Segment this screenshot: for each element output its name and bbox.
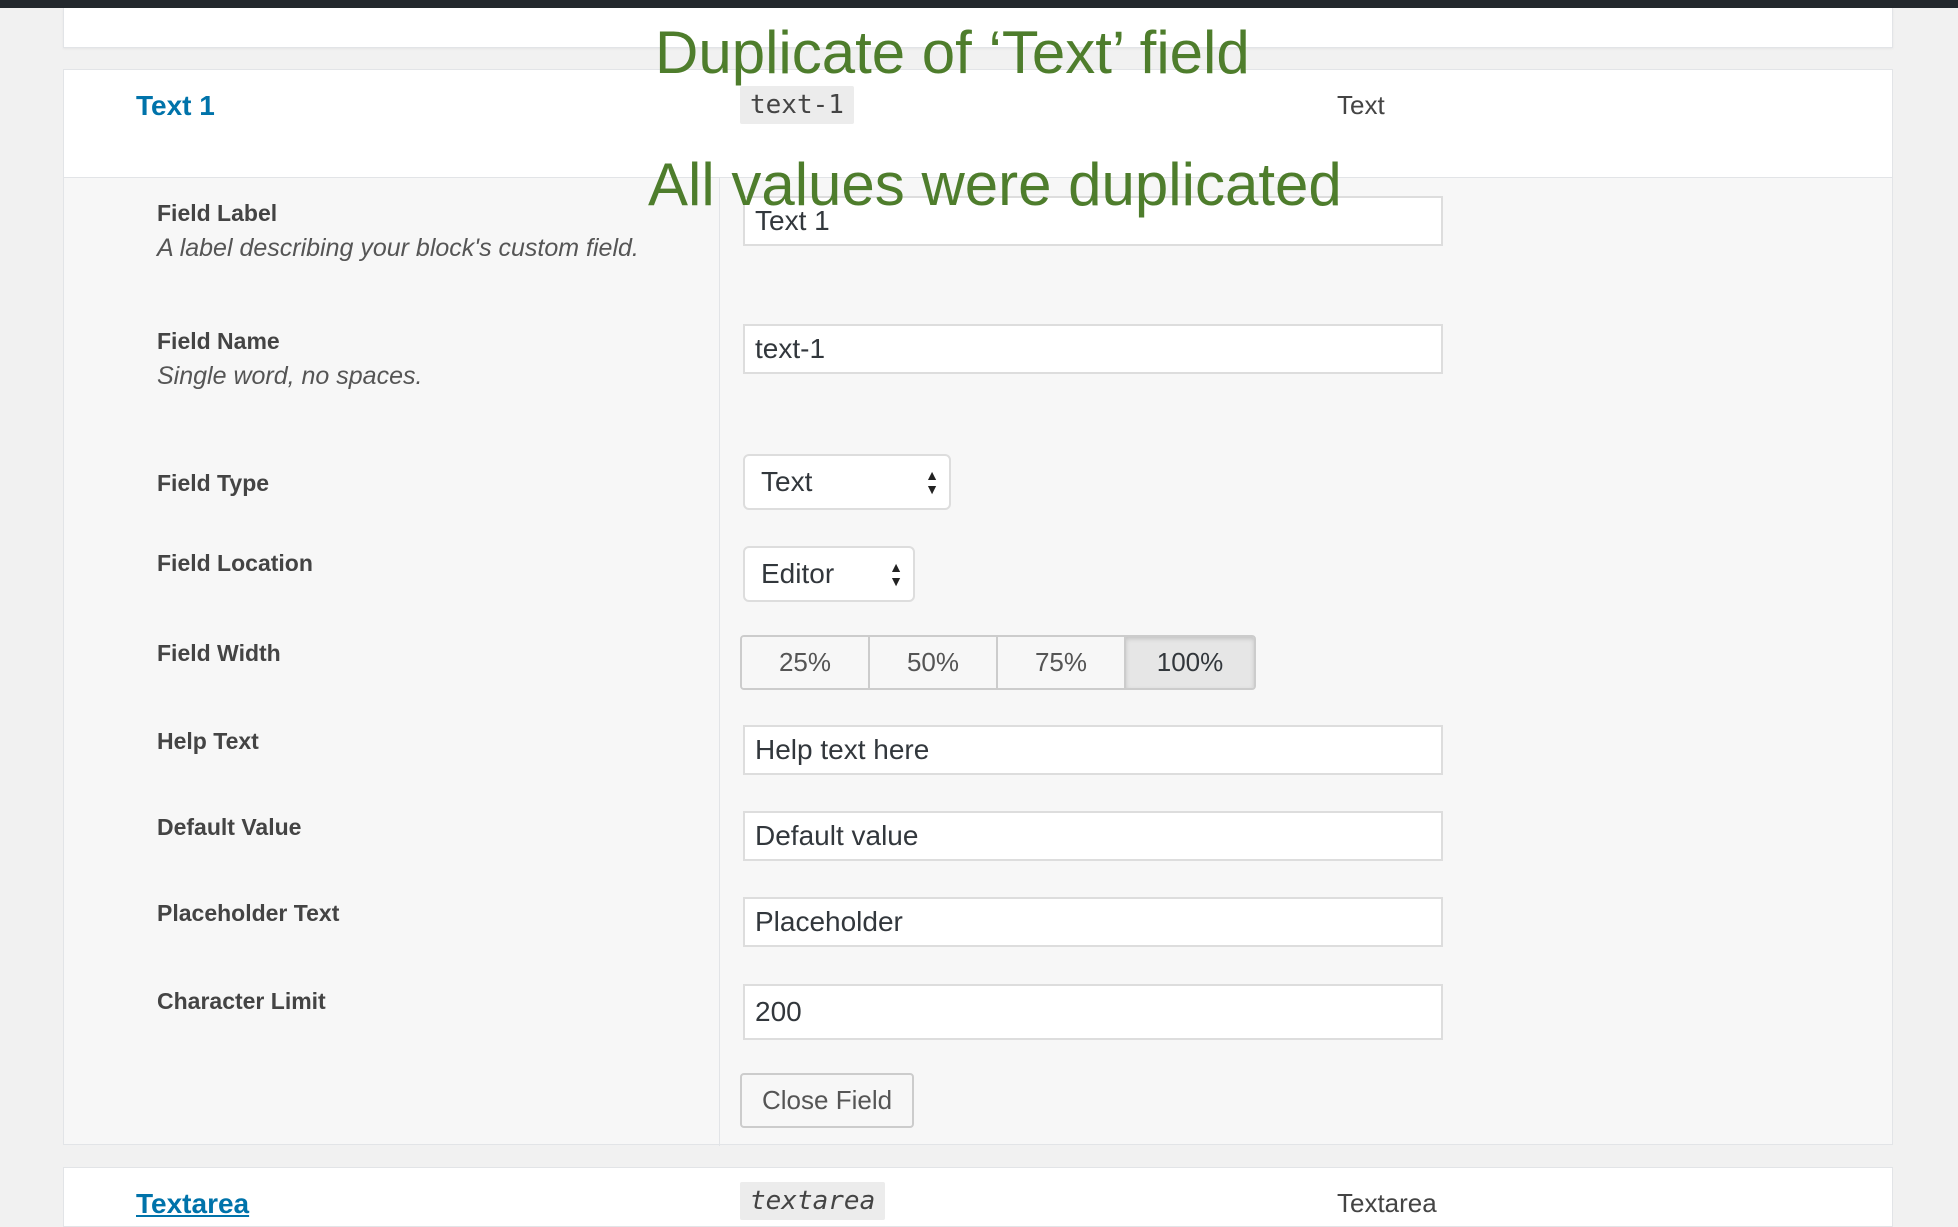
- close-field-button[interactable]: Close Field: [740, 1073, 915, 1128]
- field-type-label: Text: [1337, 90, 1385, 120]
- field-editor-panel: Text 1 text-1 Text Field Label A label d…: [63, 69, 1893, 1146]
- width-option-50[interactable]: 50%: [870, 637, 998, 688]
- default-value-label: Default Value: [157, 814, 302, 840]
- placeholder-text-input[interactable]: Placeholder: [743, 897, 1443, 947]
- field-slug: text-1: [740, 86, 854, 124]
- select-arrows-icon: ▲ ▼: [889, 559, 903, 589]
- next-field-type-label: Textarea: [1337, 1188, 1437, 1218]
- annotation-values-note: All values were duplicated: [648, 151, 1342, 218]
- help-text-input[interactable]: Help text here: [743, 725, 1443, 775]
- field-type-select[interactable]: Text ▲ ▼: [743, 454, 951, 510]
- select-arrows-icon: ▲ ▼: [925, 467, 939, 497]
- next-field-row[interactable]: Textarea textarea Textarea: [63, 1167, 1893, 1227]
- help-text-label: Help Text: [157, 728, 259, 754]
- character-limit-label: Character Limit: [157, 988, 326, 1014]
- field-type-label-text: Field Type: [157, 470, 270, 496]
- field-name-description: Single word, no spaces.: [157, 362, 423, 390]
- field-name-label: Field Name: [157, 328, 280, 354]
- admin-top-bar: [0, 0, 1958, 8]
- width-option-100[interactable]: 100%: [1126, 637, 1254, 688]
- width-option-25[interactable]: 25%: [742, 637, 870, 688]
- annotation-duplicate-note: Duplicate of ‘Text’ field: [655, 19, 1250, 86]
- next-field-title-link[interactable]: Textarea: [136, 1188, 249, 1220]
- field-label-label: Field Label: [157, 200, 278, 226]
- default-value-input[interactable]: Default value: [743, 811, 1443, 861]
- field-title-link[interactable]: Text 1: [136, 90, 215, 122]
- field-name-input[interactable]: text-1: [743, 324, 1443, 374]
- field-width-button-group: 25% 50% 75% 100%: [740, 635, 1256, 690]
- column-divider: [719, 177, 720, 1146]
- width-option-75[interactable]: 75%: [998, 637, 1126, 688]
- field-type-select-value: Text: [761, 466, 813, 497]
- field-location-label: Field Location: [157, 550, 313, 576]
- next-field-slug: textarea: [740, 1182, 886, 1220]
- field-location-select[interactable]: Editor ▲ ▼: [743, 546, 915, 602]
- field-width-label: Field Width: [157, 640, 281, 666]
- character-limit-input[interactable]: 200: [743, 984, 1443, 1040]
- field-label-description: A label describing your block's custom f…: [157, 234, 639, 262]
- placeholder-text-label: Placeholder Text: [157, 900, 340, 926]
- field-location-select-value: Editor: [761, 558, 835, 589]
